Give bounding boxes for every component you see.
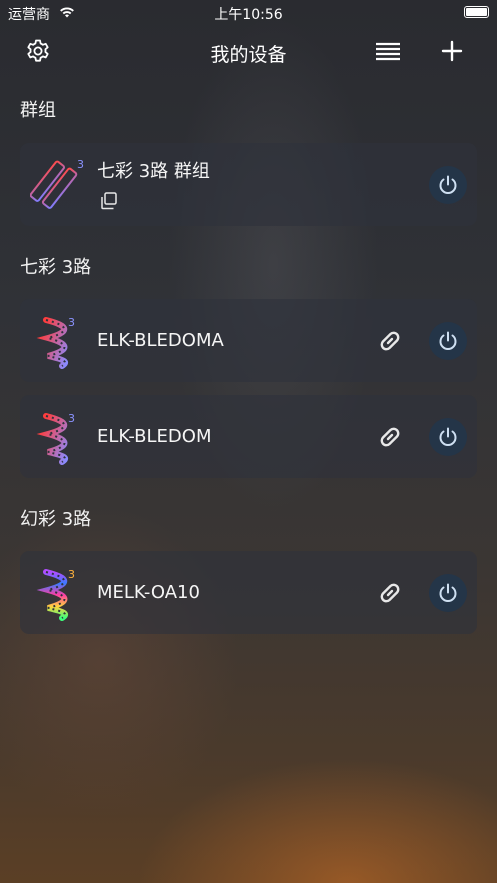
link-icon (380, 331, 400, 351)
led-strip-icon: 3 (30, 408, 88, 466)
device-name: MELK-OA10 (97, 582, 200, 603)
power-button[interactable] (429, 166, 467, 204)
power-icon (439, 583, 457, 602)
section-title-colorful: 七彩 3路 (20, 257, 92, 278)
power-icon (439, 331, 457, 350)
copy-icon[interactable] (99, 191, 119, 211)
power-icon (439, 427, 457, 446)
status-bar: 运营商 上午10:56 (0, 0, 497, 26)
link-button[interactable] (373, 420, 407, 454)
rainbow-strip-icon: 3 (30, 564, 88, 622)
clock: 上午10:56 (214, 7, 283, 23)
power-icon (439, 175, 457, 194)
add-device-button[interactable] (436, 35, 468, 67)
link-button[interactable] (373, 324, 407, 358)
device-card[interactable]: 3 MELK-OA10 (20, 551, 477, 634)
page-title: 我的设备 (210, 44, 287, 66)
list-icon (376, 42, 400, 61)
link-button[interactable] (373, 576, 407, 610)
link-icon (380, 427, 400, 447)
device-name: 七彩 3路 群组 (97, 161, 210, 182)
channel-badge: 3 (77, 158, 84, 171)
power-button[interactable] (429, 322, 467, 360)
device-name: ELK-BLEDOM (97, 426, 212, 447)
power-button[interactable] (429, 418, 467, 456)
device-card-group[interactable]: 3 七彩 3路 群组 (20, 143, 477, 226)
battery-icon (464, 6, 489, 18)
device-card[interactable]: 3 ELK-BLEDOM (20, 395, 477, 478)
device-card[interactable]: 3 ELK-BLEDOMA (20, 299, 477, 382)
channel-badge: 3 (68, 412, 75, 425)
section-title-group: 群组 (20, 100, 56, 121)
led-strip-group-icon: 3 (29, 156, 88, 214)
channel-badge: 3 (68, 316, 75, 329)
nav-bar: 我的设备 (0, 28, 497, 74)
device-name: ELK-BLEDOMA (97, 330, 224, 351)
link-icon (380, 583, 400, 603)
power-button[interactable] (429, 574, 467, 612)
list-view-button[interactable] (372, 35, 404, 67)
channel-badge: 3 (68, 568, 75, 581)
plus-icon (441, 40, 463, 62)
section-title-fantasy: 幻彩 3路 (20, 509, 92, 530)
led-strip-icon: 3 (30, 312, 88, 370)
